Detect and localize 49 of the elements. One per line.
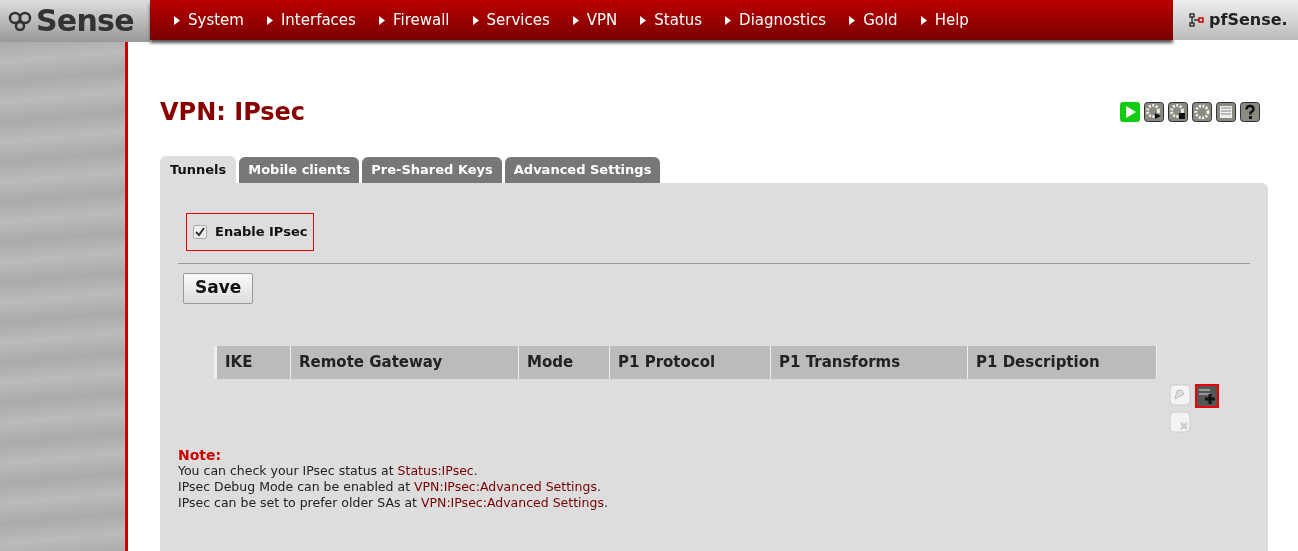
caret-icon [378, 15, 385, 25]
logo-icon [8, 11, 32, 31]
tab[interactable]: Tunnels [160, 156, 237, 183]
caret-icon [725, 15, 732, 25]
hostname: pfSense. [1209, 9, 1288, 31]
caret-icon [849, 15, 856, 25]
checkbox-label: Enable IPsec [215, 223, 308, 241]
checkbox[interactable] [193, 224, 207, 239]
caret-icon [174, 15, 180, 25]
page-title: VPN: IPsec [160, 97, 306, 128]
menu-item[interactable]: Interfaces [266, 8, 356, 32]
menu-item[interactable]: System [174, 8, 244, 32]
tab[interactable]: Pre-Shared Keys [362, 157, 502, 183]
column-header: Mode [519, 345, 610, 379]
menu-item[interactable]: Firewall [378, 8, 450, 32]
caret-icon [572, 15, 579, 25]
menu-item[interactable]: Gold [849, 8, 898, 32]
note-text: You can check your IPsec status at Status:IPsec. [178, 462, 479, 479]
column-header: P1 Description [968, 345, 1157, 379]
tab[interactable]: Advanced Settings [504, 157, 661, 183]
caret-icon [472, 15, 479, 25]
stop-icon[interactable] [1168, 102, 1188, 122]
menu-item[interactable]: Help [920, 8, 969, 32]
menu-item[interactable]: VPN [572, 8, 618, 32]
column-header: Remote Gateway [291, 345, 519, 379]
tab[interactable]: Mobile clients [239, 157, 360, 183]
note-title: Note: [178, 446, 223, 463]
help-icon[interactable] [1240, 102, 1260, 122]
column-header: P1 Protocol [610, 345, 771, 379]
network-icon [1189, 12, 1205, 28]
column-header: IKE [217, 345, 291, 379]
menu-item[interactable]: Diagnostics [725, 8, 827, 32]
column-header: P1 Transforms [771, 345, 968, 379]
note-text: IPsec Debug Mode can be enabled at VPN:IPsec:Advanced Settings. [178, 478, 602, 495]
note-link[interactable]: Status:IPsec [397, 462, 474, 478]
logo-text[interactable]: Sense [36, 6, 134, 36]
caret-icon [266, 15, 273, 25]
restart-icon[interactable] [1144, 102, 1164, 122]
note-link[interactable]: VPN:IPsec:Advanced Settings [420, 494, 604, 510]
note-link[interactable]: VPN:IPsec:Advanced Settings [414, 478, 597, 494]
add-icon[interactable] [1194, 383, 1219, 408]
note-text: IPsec can be set to prefer older SAs at VPN:IPsec:Advanced Settings. [178, 494, 609, 511]
menu-item[interactable]: Services [472, 8, 550, 32]
caret-icon [920, 15, 927, 25]
save-button[interactable]: Save [183, 272, 254, 304]
log-icon[interactable] [1216, 102, 1236, 122]
menu-item[interactable]: Status [640, 8, 703, 32]
settings-icon[interactable] [1192, 102, 1212, 122]
caret-icon [640, 15, 647, 25]
